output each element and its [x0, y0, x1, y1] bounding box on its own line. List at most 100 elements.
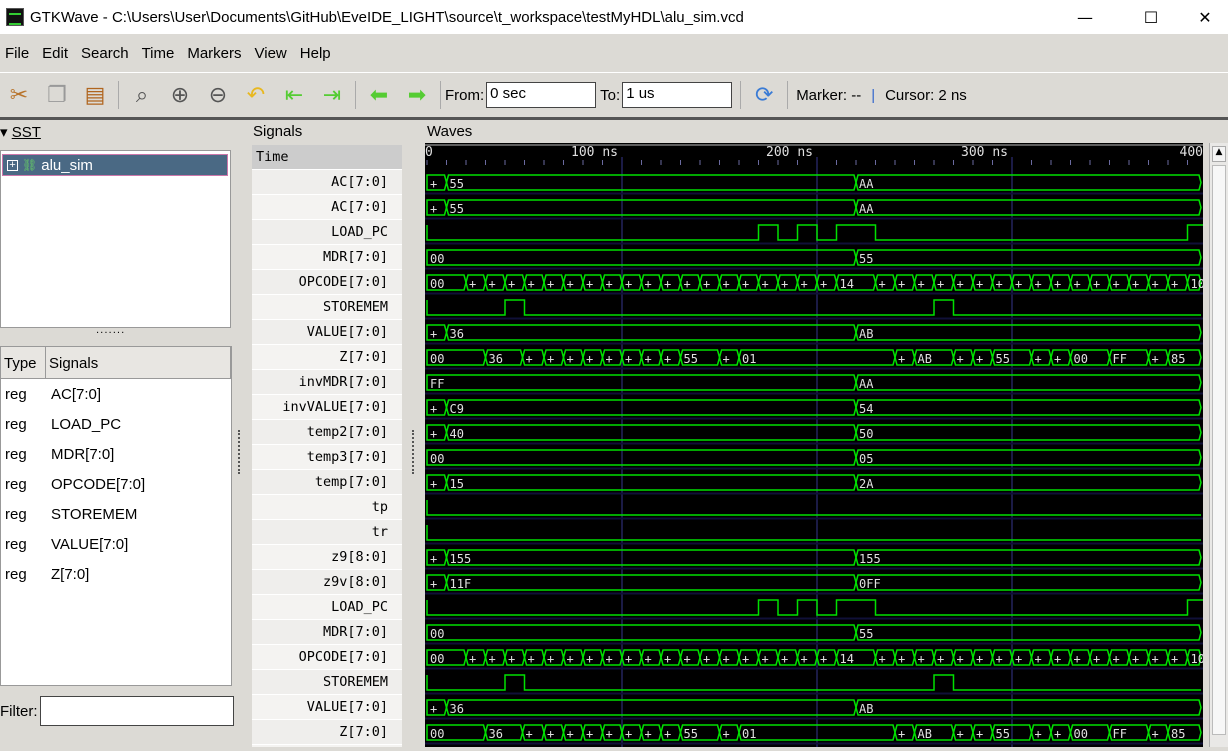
list-item[interactable]: reg STOREMEM [1, 499, 231, 529]
pane-resize-handle[interactable]: ······· [96, 328, 125, 339]
zoom-fit-icon[interactable]: ⌕ [126, 79, 158, 111]
signal-row-name[interactable]: temp[7:0] [252, 470, 402, 495]
signal-row-name[interactable]: STOREMEM [252, 295, 402, 320]
column-signals[interactable]: Signals [46, 347, 231, 378]
sst-expander[interactable]: ▾ SST [0, 123, 41, 141]
ruler-label: 300 ns [961, 145, 1008, 160]
bus-value: + [742, 277, 749, 291]
signal-row-name[interactable]: temp3[7:0] [252, 445, 402, 470]
menu-search[interactable]: Search [76, 45, 137, 62]
waves-panel[interactable]: 0 100 ns 200 ns 300 ns 400 +55 AA +55 AA 00 55 00 + +… [425, 143, 1205, 747]
menu-help[interactable]: Help [295, 45, 339, 62]
bus-value: 155 [859, 552, 881, 566]
signal-row-name[interactable]: LOAD_PC [252, 595, 402, 620]
paste-icon[interactable]: ▤ [79, 79, 111, 111]
bus-segment [445, 549, 857, 566]
bus-segment [445, 199, 857, 216]
column-type[interactable]: Type [1, 347, 46, 378]
signal-row-name[interactable]: invVALUE[7:0] [252, 395, 402, 420]
bus-segment [445, 699, 857, 716]
bit-waveform [426, 674, 1201, 691]
bus-value: + [879, 277, 886, 291]
signal-row-name[interactable]: OPCODE[7:0] [252, 645, 402, 670]
list-item[interactable]: reg AC[7:0] [1, 379, 231, 409]
undo-zoom-icon[interactable]: ↶ [240, 79, 272, 111]
back-icon[interactable]: ⬅ [363, 79, 395, 111]
list-item[interactable]: reg VALUE[7:0] [1, 529, 231, 559]
go-end-icon[interactable]: ⇥ [316, 79, 348, 111]
bus-value: 15 [450, 477, 464, 491]
ruler-label: 400 [1180, 145, 1203, 160]
list-item[interactable]: reg MDR[7:0] [1, 439, 231, 469]
vertical-scrollbar[interactable]: ▲ [1209, 143, 1228, 747]
bus-value: + [957, 727, 964, 741]
signal-row-name[interactable]: MDR[7:0] [252, 245, 402, 270]
bus-value: + [567, 727, 574, 741]
bus-segment [445, 174, 857, 191]
list-item[interactable]: reg OPCODE[7:0] [1, 469, 231, 499]
copy-icon[interactable]: ❐ [41, 79, 73, 111]
bus-value: + [586, 652, 593, 666]
signal-row-name[interactable]: VALUE[7:0] [252, 320, 402, 345]
bus-value: + [526, 352, 533, 366]
bus-value: + [547, 727, 554, 741]
to-input[interactable]: 1 us [622, 82, 733, 108]
signal-row-name[interactable]: invMDR[7:0] [252, 370, 402, 395]
scroll-up-button[interactable]: ▲ [1212, 146, 1226, 162]
separator [355, 81, 356, 109]
bus-value: + [528, 652, 535, 666]
zoom-out-icon[interactable]: ⊖ [202, 79, 234, 111]
signal-row-name[interactable]: AC[7:0] [252, 195, 402, 220]
signal-row-name[interactable]: MDR[7:0] [252, 620, 402, 645]
pane-splitter[interactable] [412, 430, 416, 474]
bus-value: + [801, 277, 808, 291]
scrollbar-thumb[interactable] [1212, 165, 1226, 735]
signal-row-name[interactable]: LOAD_PC [252, 220, 402, 245]
bit-waveform [426, 500, 1201, 516]
expand-icon[interactable]: + [7, 159, 18, 171]
bus-value: + [996, 277, 1003, 291]
reload-icon[interactable]: ⟳ [748, 79, 780, 111]
signal-row-name[interactable]: tp [252, 495, 402, 520]
cut-icon[interactable]: ✂ [3, 79, 35, 111]
sst-tree[interactable] [0, 150, 231, 328]
bus-value: + [723, 727, 730, 741]
waveform-canvas[interactable]: 0 100 ns 200 ns 300 ns 400 + 55 AA + 55 AA 00 55 00 + +… [425, 143, 1205, 747]
separator [440, 81, 441, 109]
menu-markers[interactable]: Markers [182, 45, 249, 62]
menu-time[interactable]: Time [137, 45, 183, 62]
signal-row-name[interactable]: STOREMEM [252, 670, 402, 695]
list-item[interactable]: reg LOAD_PC [1, 409, 231, 439]
signal-row-name[interactable]: AC[7:0] [252, 170, 402, 195]
maximize-button[interactable]: ☐ [1128, 0, 1174, 34]
bus-value: + [1171, 277, 1178, 291]
go-start-icon[interactable]: ⇤ [278, 79, 310, 111]
bus-value: + [1054, 277, 1061, 291]
bus-value: + [489, 652, 496, 666]
signal-row-name[interactable]: OPCODE[7:0] [252, 270, 402, 295]
from-input[interactable]: 0 sec [486, 82, 597, 108]
signal-row-name[interactable]: z9v[8:0] [252, 570, 402, 595]
bus-segment [855, 699, 1202, 716]
signal-name: AC[7:0] [51, 385, 102, 403]
close-button[interactable]: ✕ [1182, 0, 1228, 34]
forward-icon[interactable]: ➡ [401, 79, 433, 111]
signal-row-name[interactable]: Z[7:0] [252, 345, 402, 370]
zoom-in-icon[interactable]: ⊕ [164, 79, 196, 111]
menu-view[interactable]: View [250, 45, 295, 62]
signal-row-name[interactable]: temp2[7:0] [252, 420, 402, 445]
list-item[interactable]: reg Z[7:0] [1, 559, 231, 589]
signal-row-name[interactable]: Z[7:0] [252, 720, 402, 745]
minimize-button[interactable]: — [1062, 0, 1108, 34]
signal-row-name[interactable]: tr [252, 520, 402, 545]
tree-item-alu-sim[interactable]: + ⛓ alu_sim [2, 154, 228, 176]
bus-value: + [469, 652, 476, 666]
signal-row-name[interactable]: z9[8:0] [252, 545, 402, 570]
signal-row-name[interactable]: VALUE[7:0] [252, 695, 402, 720]
menu-file[interactable]: File [0, 45, 37, 62]
filter-input[interactable] [40, 696, 234, 726]
pane-splitter[interactable] [238, 430, 242, 474]
bus-value: 14 [840, 652, 854, 666]
menu-edit[interactable]: Edit [37, 45, 76, 62]
bus-value: + [1152, 277, 1159, 291]
